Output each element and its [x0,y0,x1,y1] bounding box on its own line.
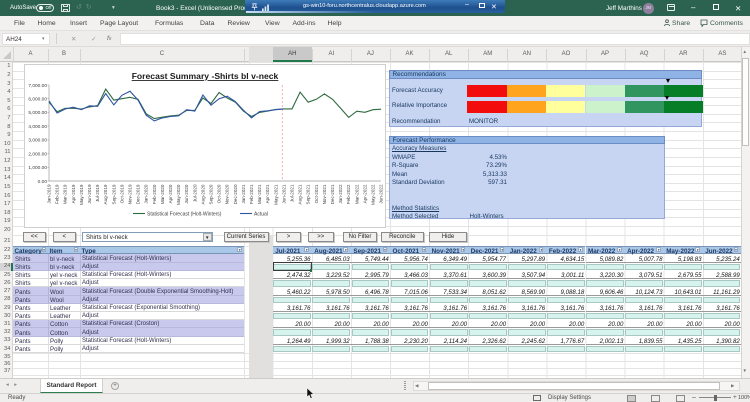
svg-text:1,000.00: 1,000.00 [28,165,47,171]
svg-text:Nov-2019: Nov-2019 [128,184,133,204]
svg-text:Sep-2020: Sep-2020 [209,184,214,204]
svg-text:Feb-2021: Feb-2021 [249,184,254,204]
svg-text:Apr-2019: Apr-2019 [71,184,76,203]
svg-text:Jun-2021: Jun-2021 [281,184,286,204]
svg-text:Dec-2019: Dec-2019 [136,184,141,204]
svg-text:Actual: Actual [254,212,268,218]
svg-text:Apr-2022: Apr-2022 [362,184,367,203]
svg-text:Jun-2022: Jun-2022 [379,184,384,204]
svg-text:Apr-2020: Apr-2020 [168,184,173,203]
svg-text:5,000.00: 5,000.00 [28,110,47,116]
svg-text:Aug-2021: Aug-2021 [298,184,303,204]
svg-text:May-2020: May-2020 [176,184,181,205]
svg-text:Jan-2019: Jan-2019 [47,184,52,204]
svg-text:Jan-2022: Jan-2022 [338,184,343,204]
svg-text:Mar-2019: Mar-2019 [63,184,68,204]
svg-text:Feb-2019: Feb-2019 [55,184,60,204]
svg-text:Feb-2020: Feb-2020 [152,184,157,204]
svg-text:Nov-2020: Nov-2020 [225,184,230,204]
svg-text:Jun-2020: Jun-2020 [184,184,189,204]
svg-text:Aug-2019: Aug-2019 [103,184,108,204]
svg-text:Statistical Forecast (Holt-Win: Statistical Forecast (Holt-Winters) [147,212,222,218]
svg-text:4,000.00: 4,000.00 [28,124,47,130]
svg-text:7,000.00: 7,000.00 [28,83,47,89]
svg-text:May-2021: May-2021 [273,184,278,205]
svg-text:Forecast Summary -Shirts bl v-: Forecast Summary -Shirts bl v-neck [132,71,279,81]
svg-text:Oct-2021: Oct-2021 [314,184,319,203]
svg-text:6,000.00: 6,000.00 [28,97,47,103]
svg-text:Oct-2019: Oct-2019 [119,184,124,203]
svg-text:Nov-2021: Nov-2021 [322,184,327,204]
svg-text:Apr-2021: Apr-2021 [265,184,270,203]
svg-text:Jun-2019: Jun-2019 [87,184,92,204]
svg-text:2,000.00: 2,000.00 [28,151,47,157]
svg-text:Sep-2019: Sep-2019 [111,184,116,204]
svg-text:Mar-2022: Mar-2022 [354,184,359,204]
svg-text:Jul-2020: Jul-2020 [192,184,197,202]
svg-text:Dec-2021: Dec-2021 [330,184,335,204]
svg-text:May-2019: May-2019 [79,184,84,205]
svg-text:3,000.00: 3,000.00 [28,138,47,144]
svg-text:0.00: 0.00 [38,179,48,185]
svg-text:Jul-2019: Jul-2019 [95,184,100,202]
svg-text:Jan-2021: Jan-2021 [241,184,246,204]
svg-text:Sep-2021: Sep-2021 [306,184,311,204]
svg-text:Jan-2020: Jan-2020 [144,184,149,204]
svg-text:Dec-2020: Dec-2020 [233,184,238,204]
svg-text:Mar-2021: Mar-2021 [257,184,262,204]
svg-text:Feb-2022: Feb-2022 [346,184,351,204]
svg-text:May-2022: May-2022 [371,184,376,205]
svg-text:Oct-2020: Oct-2020 [217,184,222,203]
svg-text:Jul-2021: Jul-2021 [290,184,295,202]
svg-text:Mar-2020: Mar-2020 [160,184,165,204]
svg-text:Aug-2020: Aug-2020 [200,184,205,204]
